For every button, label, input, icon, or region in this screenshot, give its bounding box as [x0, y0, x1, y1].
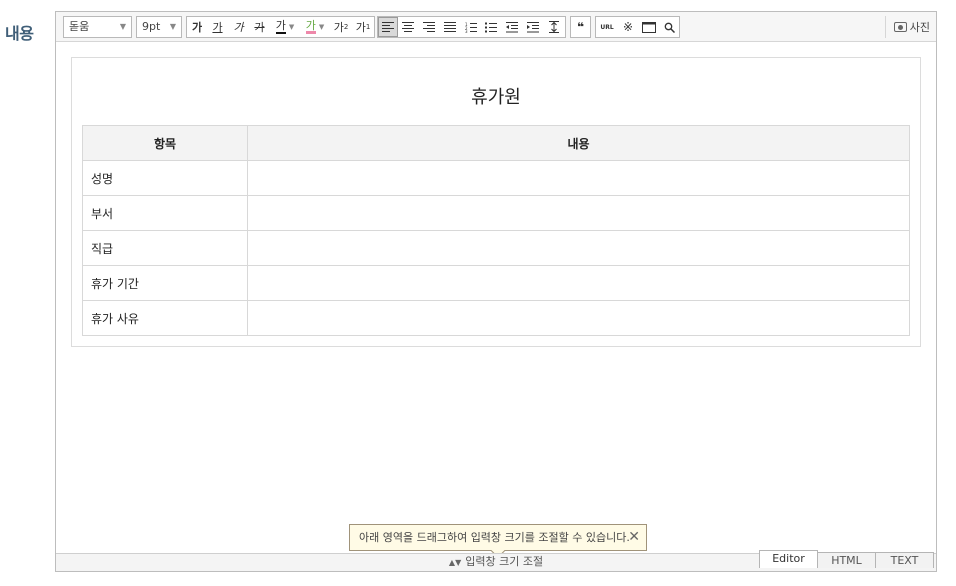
row-value-cell[interactable] [247, 195, 910, 231]
special-char-icon: ※ [622, 20, 634, 34]
table-row: 휴가 사유 [82, 300, 910, 336]
row-value-cell[interactable] [247, 265, 910, 301]
row-label: 부서 [82, 195, 248, 231]
ordered-list-button[interactable]: 123 [460, 17, 481, 37]
header-content: 내용 [247, 125, 910, 161]
strikethrough-button[interactable]: 가 [249, 17, 270, 37]
table-row: 부서 [82, 195, 910, 231]
table-row: 직급 [82, 230, 910, 266]
strikethrough-icon: 가 [254, 21, 265, 34]
row-label: 휴가 사유 [82, 300, 248, 336]
font-color-icon: 가 [275, 19, 286, 34]
line-height-icon [549, 21, 560, 33]
chevron-down-icon: ▼ [169, 22, 176, 31]
editor-mode-tabs: Editor HTML TEXT [759, 550, 934, 568]
outdent-button[interactable] [502, 17, 523, 37]
table-header-row: 항목 내용 [82, 125, 910, 161]
background-color-button[interactable]: 가 ▼ [300, 17, 330, 37]
italic-button[interactable]: 가 [228, 17, 249, 37]
table-button[interactable] [638, 17, 659, 37]
font-family-select[interactable]: 돋움 ▼ [63, 16, 132, 38]
chevron-down-icon: ▼ [119, 22, 126, 31]
rich-text-editor: 돋움 ▼ 9pt ▼ 가 가 가 가 가 ▼ 가 ▼ 가2 가1 1 2 3 ❝… [55, 11, 937, 572]
search-button[interactable] [659, 17, 679, 37]
editor-toolbar: 돋움 ▼ 9pt ▼ 가 가 가 가 가 ▼ 가 ▼ 가2 가1 1 2 3 ❝… [56, 12, 936, 42]
font-family-value: 돋움 [69, 20, 90, 33]
leave-form-table: 항목 내용 성명 부서 직급 휴가 기간 휴가 사유 [82, 125, 910, 336]
underline-button[interactable]: 가 [207, 17, 228, 37]
line-height-button[interactable] [543, 17, 565, 37]
table-row: 휴가 기간 [82, 265, 910, 301]
tooltip-text: 아래 영역을 드래그하여 입력창 크기를 조절할 수 있습니다. [359, 531, 630, 544]
photo-label: 사진 [909, 21, 930, 34]
align-center-icon [402, 22, 415, 32]
quote-icon: ❝ [576, 20, 585, 34]
align-right-button[interactable] [419, 17, 440, 37]
align-justify-button[interactable] [439, 17, 460, 37]
ordered-list-icon: 123 [465, 22, 477, 33]
paragraph-group: 123 [377, 16, 566, 38]
quote-button[interactable]: ❝ [571, 17, 590, 37]
superscript-icon: 가 [333, 21, 344, 34]
table-icon [641, 21, 656, 33]
row-label: 휴가 기간 [82, 265, 248, 301]
camera-icon [893, 22, 907, 32]
row-label: 직급 [82, 230, 248, 266]
tab-html[interactable]: HTML [817, 552, 876, 568]
svg-text:3: 3 [465, 29, 468, 33]
link-icon: URL [600, 23, 614, 31]
row-value-cell[interactable] [247, 160, 910, 196]
table-row: 성명 [82, 160, 910, 196]
insert-group: URL ※ [595, 16, 680, 38]
align-justify-icon [443, 22, 456, 32]
background-color-icon: 가 [305, 19, 316, 34]
font-size-value: 9pt [142, 20, 161, 33]
url-link-button[interactable]: URL [596, 17, 618, 37]
italic-icon: 가 [233, 21, 244, 34]
content-field-label: 내용 [5, 24, 34, 43]
tab-editor[interactable]: Editor [759, 550, 818, 568]
tab-text[interactable]: TEXT [875, 552, 934, 568]
resize-arrows-icon: ▲▼ [448, 558, 462, 567]
chevron-down-icon: ▼ [318, 23, 325, 31]
row-value-cell[interactable] [247, 300, 910, 336]
align-left-icon [381, 22, 394, 32]
search-icon [664, 22, 675, 33]
align-left-button[interactable] [378, 17, 398, 37]
outdent-icon [506, 21, 519, 32]
header-item: 항목 [82, 125, 248, 161]
resize-label: 입력창 크기 조절 [465, 555, 544, 568]
align-center-button[interactable] [398, 17, 419, 37]
superscript-button[interactable]: 가2 [330, 17, 352, 37]
font-size-select[interactable]: 9pt ▼ [136, 16, 182, 38]
quote-group: ❝ [570, 16, 591, 38]
close-icon[interactable]: ✕ [628, 525, 640, 550]
font-color-button[interactable]: 가 ▼ [270, 17, 300, 37]
unordered-list-button[interactable] [481, 17, 502, 37]
special-char-button[interactable]: ※ [618, 17, 638, 37]
align-right-icon [422, 22, 435, 32]
photo-button[interactable]: 사진 [884, 16, 930, 38]
text-style-group: 가 가 가 가 가 ▼ 가 ▼ 가2 가1 [186, 16, 375, 38]
unordered-list-icon [485, 22, 498, 32]
indent-button[interactable] [522, 17, 543, 37]
indent-icon [526, 21, 539, 32]
bold-button[interactable]: 가 [187, 17, 207, 37]
editor-content-area[interactable]: 휴가원 항목 내용 성명 부서 직급 휴가 기간 휴가 사유 [71, 57, 921, 347]
underline-icon: 가 [212, 21, 223, 34]
document-title: 휴가원 [471, 87, 521, 108]
row-value-cell[interactable] [247, 230, 910, 266]
subscript-icon: 가 [355, 21, 366, 34]
bold-icon: 가 [191, 21, 203, 34]
subscript-button[interactable]: 가1 [352, 17, 374, 37]
resize-hint-tooltip: 아래 영역을 드래그하여 입력창 크기를 조절할 수 있습니다. ✕ [349, 524, 647, 559]
chevron-down-icon: ▼ [288, 23, 295, 31]
row-label: 성명 [82, 160, 248, 196]
